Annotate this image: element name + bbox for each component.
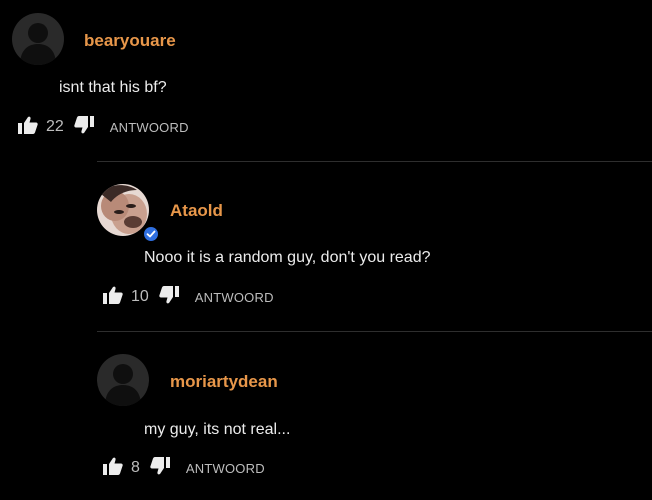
like-button[interactable]: 8 (103, 457, 140, 480)
comment-text: Nooo it is a random guy, don't you read? (144, 249, 431, 266)
thumbs-down-icon (150, 456, 170, 480)
reply-button[interactable]: ANTWOORD (186, 461, 265, 476)
avatar[interactable] (97, 354, 149, 406)
comment-actions: 8 ANTWOORD (103, 456, 265, 480)
avatar[interactable] (97, 184, 149, 236)
comment-username[interactable]: bearyouare (84, 31, 176, 51)
like-count: 10 (131, 288, 149, 305)
comment-username[interactable]: Ataold (170, 201, 223, 221)
thumbs-down-icon (74, 115, 94, 139)
comment-2: Ataold Nooo it is a random guy, don't yo… (0, 162, 652, 332)
like-button[interactable]: 22 (18, 116, 64, 139)
comment-username[interactable]: moriartydean (170, 372, 278, 392)
comment-actions: 22 ANTWOORD (18, 115, 189, 139)
reply-button[interactable]: ANTWOORD (110, 120, 189, 135)
reply-button[interactable]: ANTWOORD (195, 290, 274, 305)
thumbs-up-icon (103, 457, 123, 480)
thumbs-up-icon (18, 116, 38, 139)
dislike-button[interactable] (159, 285, 179, 309)
avatar[interactable] (12, 13, 64, 65)
thumbs-up-icon (103, 286, 123, 309)
comment-text: isnt that his bf? (59, 79, 167, 96)
like-count: 22 (46, 118, 64, 135)
comment-3: moriartydean my guy, its not real... 8 A… (0, 332, 652, 500)
thumbs-down-icon (159, 285, 179, 309)
dislike-button[interactable] (74, 115, 94, 139)
dislike-button[interactable] (150, 456, 170, 480)
like-button[interactable]: 10 (103, 286, 149, 309)
verified-check-icon (143, 226, 159, 242)
like-count: 8 (131, 459, 140, 476)
comment-1: bearyouare isnt that his bf? 22 ANTWOORD (0, 0, 652, 150)
comment-actions: 10 ANTWOORD (103, 285, 274, 309)
comment-text: my guy, its not real... (144, 421, 291, 438)
